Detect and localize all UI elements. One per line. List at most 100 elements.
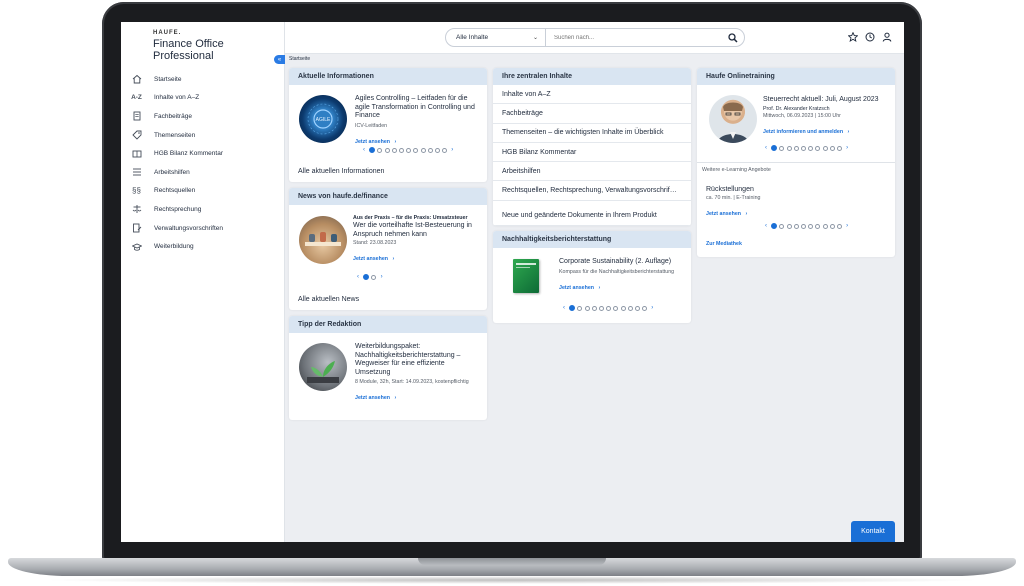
list-item[interactable]: Rechtsquellen, Rechtsprechung, Verwaltun… (493, 181, 691, 201)
search-input[interactable] (546, 29, 722, 46)
carousel-dot[interactable] (808, 223, 814, 229)
carousel-dot[interactable] (800, 223, 806, 229)
speaker-photo[interactable] (709, 95, 757, 143)
carousel-dot[interactable] (427, 147, 433, 153)
sidebar-item-8[interactable]: Rechtsprechung (121, 200, 285, 219)
carousel-dot[interactable] (779, 145, 785, 151)
carousel-dot[interactable] (391, 147, 397, 153)
carousel-dot[interactable] (800, 145, 806, 151)
chevron-right-icon[interactable]: › (449, 147, 455, 153)
carousel-dot[interactable] (598, 305, 604, 311)
elearning-link[interactable]: Jetzt ansehen › (706, 202, 886, 220)
chevron-right-icon[interactable]: › (844, 223, 850, 229)
teaser-title[interactable]: Agiles Controlling – Leitfaden für die a… (355, 95, 481, 121)
carousel-dot[interactable] (771, 223, 778, 229)
carousel-dot[interactable] (377, 147, 383, 153)
carousel-dot[interactable] (786, 223, 792, 229)
carousel-dot[interactable] (627, 305, 633, 311)
carousel-dot[interactable] (591, 305, 597, 311)
carousel-dot[interactable] (584, 305, 590, 311)
kontakt-button[interactable]: Kontakt (851, 521, 895, 542)
elearning-title[interactable]: Rückstellungen (706, 186, 886, 195)
carousel-dot[interactable] (620, 305, 626, 311)
search-button[interactable] (722, 32, 744, 43)
carousel-dot[interactable] (829, 223, 835, 229)
carousel-dot[interactable] (420, 147, 426, 153)
news-title[interactable]: Wer die vorteilhafte Ist-Besteuerung in … (353, 222, 481, 239)
collapse-sidebar-button[interactable]: « (274, 55, 285, 64)
carousel-dot[interactable] (577, 305, 583, 311)
carousel-dot[interactable] (613, 305, 619, 311)
carousel-dot[interactable] (779, 223, 785, 229)
carousel-dot[interactable] (786, 145, 792, 151)
carousel-dot[interactable] (822, 223, 828, 229)
news-image[interactable] (299, 216, 347, 264)
chevron-right-icon[interactable]: › (649, 305, 655, 311)
carousel-dot[interactable] (815, 145, 821, 151)
carousel-dot[interactable] (815, 223, 821, 229)
sidebar-item-4[interactable]: Themenseiten (121, 126, 285, 145)
tipp-link[interactable]: Jetzt ansehen › (355, 386, 481, 404)
book-title[interactable]: Corporate Sustainability (2. Auflage) (559, 258, 685, 267)
list-item[interactable]: Arbeitshilfen (493, 162, 691, 182)
sidebar-item-3[interactable]: Fachbeiträge (121, 107, 285, 126)
breadcrumb[interactable]: Startseite (289, 56, 310, 62)
brand[interactable]: HAUFE. Finance Office Professional (153, 30, 284, 62)
chevron-left-icon[interactable]: ‹ (763, 223, 769, 229)
carousel-dot[interactable] (413, 147, 419, 153)
news-link[interactable]: Jetzt ansehen › (353, 247, 481, 265)
carousel-dot[interactable] (808, 145, 814, 151)
teaser-link[interactable]: Jetzt ansehen › (355, 130, 481, 148)
sidebar-item-6[interactable]: Arbeitshilfen (121, 163, 285, 182)
list-item[interactable]: Fachbeiträge (493, 104, 691, 124)
history-icon[interactable] (864, 31, 875, 42)
carousel-dot[interactable] (406, 147, 412, 153)
training-title[interactable]: Steuerrecht aktuell: Juli, August 2023 (763, 96, 891, 105)
carousel-dot[interactable] (606, 305, 612, 311)
carousel-dot[interactable] (771, 145, 778, 151)
mediathek-link[interactable]: Zur Mediathek (706, 241, 742, 247)
tipp-image[interactable] (299, 343, 347, 391)
carousel-dot[interactable] (434, 147, 440, 153)
sidebar-item-1[interactable]: Startseite (121, 70, 285, 89)
search-scope-select[interactable]: Alle Inhalte ⌄ (446, 29, 546, 46)
chevron-right-icon[interactable]: › (379, 274, 385, 280)
tipp-title[interactable]: Weiterbildungspaket: Nachhaltigkeitsberi… (355, 343, 481, 377)
list-item[interactable]: Inhalte von A–Z (493, 85, 691, 105)
chevron-left-icon[interactable]: ‹ (361, 147, 367, 153)
carousel-dot[interactable] (793, 145, 799, 151)
all-current-info-link[interactable]: Alle aktuellen Informationen (298, 168, 384, 175)
sidebar-item-5[interactable]: HGB Bilanz Kommentar (121, 144, 285, 163)
list-item[interactable]: HGB Bilanz Kommentar (493, 143, 691, 163)
all-news-link[interactable]: Alle aktuellen News (298, 296, 359, 303)
carousel-dot[interactable] (836, 223, 842, 229)
chevron-left-icon[interactable]: ‹ (355, 274, 361, 280)
chevron-right-icon[interactable]: › (844, 145, 850, 151)
carousel-dot[interactable] (363, 274, 370, 280)
training-link[interactable]: Jetzt informieren und anmelden › (763, 120, 891, 138)
sidebar-item-9[interactable]: Verwaltungsvorschriften (121, 219, 285, 238)
sidebar-item-7[interactable]: §§ Rechtsquellen (121, 182, 285, 201)
carousel-dot[interactable] (369, 147, 376, 153)
chevron-left-icon[interactable]: ‹ (763, 145, 769, 151)
carousel-dot[interactable] (398, 147, 404, 153)
carousel-dot[interactable] (442, 147, 448, 153)
chevron-left-icon[interactable]: ‹ (561, 305, 567, 311)
sidebar-item-10[interactable]: Weiterbildung (121, 237, 285, 256)
sidebar-item-2[interactable]: A-Z Inhalte von A–Z (121, 89, 285, 108)
user-icon[interactable] (881, 31, 892, 42)
list-item[interactable]: Neue und geänderte Dokumente in Ihrem Pr… (493, 207, 691, 226)
agiles-controlling-image[interactable]: AGILE (299, 95, 347, 143)
star-icon[interactable] (847, 31, 858, 42)
list-item[interactable]: Themenseiten – die wichtigsten Inhalte i… (493, 124, 691, 143)
carousel-dot[interactable] (829, 145, 835, 151)
carousel-dot[interactable] (836, 145, 842, 151)
carousel-dot[interactable] (634, 305, 640, 311)
book-cover-image[interactable] (513, 259, 539, 293)
carousel-dot[interactable] (642, 305, 648, 311)
carousel-dot[interactable] (793, 223, 799, 229)
carousel-dot[interactable] (371, 274, 377, 280)
book-link[interactable]: Jetzt ansehen › (559, 276, 685, 294)
carousel-dot[interactable] (569, 305, 576, 311)
carousel-dot[interactable] (822, 145, 828, 151)
